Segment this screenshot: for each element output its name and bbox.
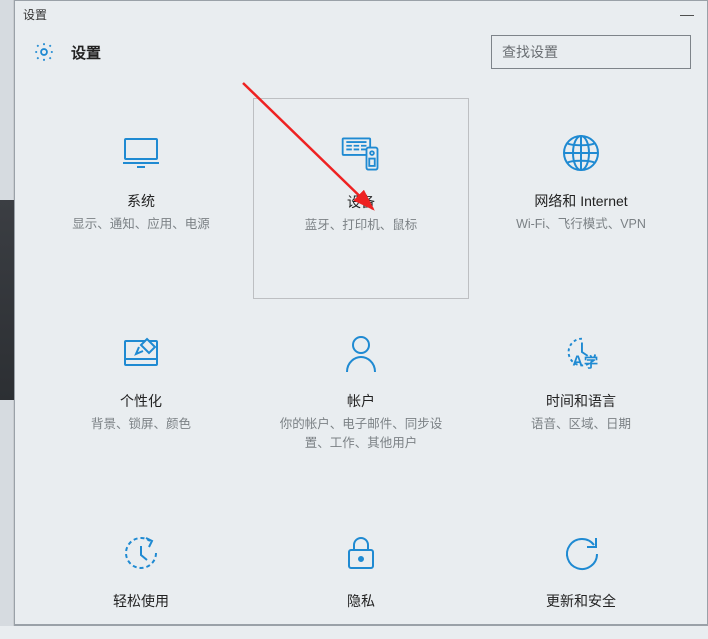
tile-label: 帐户	[347, 391, 375, 411]
tile-ease-of-access[interactable]: 轻松使用	[31, 499, 251, 639]
devices-icon	[339, 132, 383, 176]
page-title: 设置	[71, 42, 101, 63]
search-input[interactable]	[491, 35, 691, 69]
tile-desc: Wi-Fi、飞行模式、VPN	[496, 215, 666, 234]
header: 设置	[15, 27, 707, 77]
tile-label: 更新和安全	[546, 591, 616, 611]
svg-text:字: 字	[584, 353, 598, 371]
tile-personalization[interactable]: 个性化 背景、锁屏、颜色	[31, 299, 251, 499]
globe-icon	[559, 131, 603, 175]
time-lang-icon: A 字	[559, 331, 603, 375]
paint-icon	[119, 331, 163, 375]
tile-grid: 系统 显示、通知、应用、电源 设备 蓝牙、打印机、鼠标	[15, 77, 707, 639]
tile-label: 设备	[347, 192, 375, 212]
minimize-button[interactable]: —	[667, 1, 707, 27]
person-icon	[339, 331, 383, 375]
lock-icon	[339, 531, 383, 575]
tile-label: 隐私	[347, 591, 375, 611]
outer-dark-strip	[0, 200, 14, 400]
tile-label: 系统	[127, 191, 155, 211]
tile-network[interactable]: 网络和 Internet Wi-Fi、飞行模式、VPN	[471, 99, 691, 299]
tile-devices[interactable]: 设备 蓝牙、打印机、鼠标	[253, 98, 469, 299]
tile-desc: 显示、通知、应用、电源	[52, 215, 230, 234]
tile-desc: 你的帐户、电子邮件、同步设置、工作、其他用户	[251, 415, 471, 453]
tile-label: 网络和 Internet	[534, 191, 627, 211]
tile-label: 个性化	[120, 391, 162, 411]
svg-text:A: A	[572, 353, 582, 369]
tile-time-language[interactable]: A 字 时间和语言 语音、区域、日期	[471, 299, 691, 499]
tile-update-security[interactable]: 更新和安全	[471, 499, 691, 639]
tile-label: 轻松使用	[113, 591, 169, 611]
sync-icon	[559, 531, 603, 575]
tile-system[interactable]: 系统 显示、通知、应用、电源	[31, 99, 251, 299]
ease-icon	[119, 531, 163, 575]
tile-label: 时间和语言	[546, 391, 616, 411]
tile-desc: 蓝牙、打印机、鼠标	[285, 216, 438, 235]
tile-desc: 语音、区域、日期	[511, 415, 651, 434]
tile-desc: 背景、锁屏、颜色	[71, 415, 211, 434]
display-icon	[119, 131, 163, 175]
titlebar: 设置 —	[15, 1, 707, 27]
tile-privacy[interactable]: 隐私	[251, 499, 471, 639]
settings-window: 设置 — 设置 系统 显示、通知、应用、电源	[14, 0, 708, 626]
gear-icon	[31, 39, 57, 65]
window-title: 设置	[23, 6, 47, 23]
tile-accounts[interactable]: 帐户 你的帐户、电子邮件、同步设置、工作、其他用户	[251, 299, 471, 499]
